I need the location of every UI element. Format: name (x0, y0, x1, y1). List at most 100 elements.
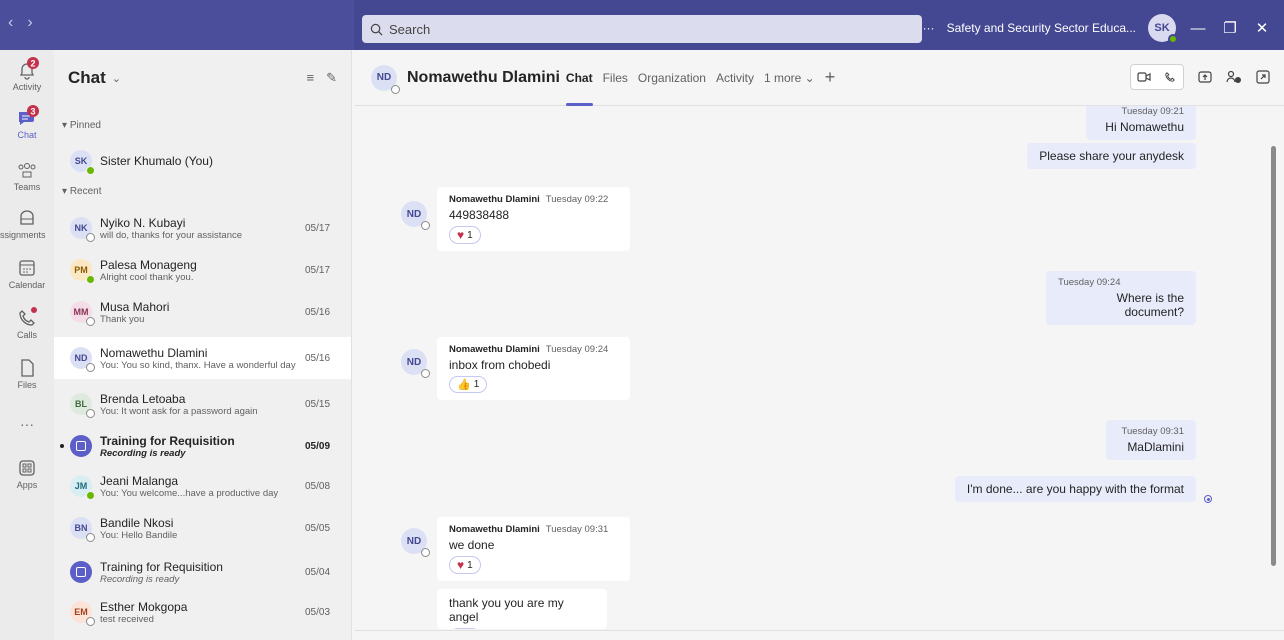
apps-icon (19, 460, 35, 476)
message-sent[interactable]: Tuesday 09:24 Where is the document? (1046, 271, 1196, 325)
chat-item-date: 05/08 (305, 480, 331, 492)
phone-icon (19, 307, 37, 326)
sender-avatar[interactable]: ND (401, 201, 430, 230)
message-sent[interactable]: Tuesday 09:21 Hi Nomawethu (1086, 106, 1196, 140)
chat-item[interactable]: JM Jeani Malanga You: You welcome...have … (54, 465, 351, 507)
message-received[interactable]: Nomawethu Dlamini Tuesday 09:31 we done ♥… (437, 517, 630, 581)
tab-organization[interactable]: Organization (638, 50, 706, 106)
audio-call-icon[interactable] (1157, 65, 1183, 89)
back-icon[interactable]: ‹ (8, 14, 13, 32)
more-apps-icon: ··· (20, 416, 34, 432)
new-chat-icon[interactable]: ✎ (326, 70, 337, 86)
chat-item-meeting[interactable]: Training for Requisition Recording is rea… (54, 425, 351, 467)
chat-item-name: Training for Requisition (100, 433, 235, 448)
avatar: BL (70, 393, 95, 418)
sender-avatar[interactable]: ND (401, 349, 430, 378)
message-sent[interactable]: Please share your anydesk (1027, 143, 1196, 169)
avatar: PM (70, 259, 95, 284)
rail-activity[interactable]: 2 Activity (0, 57, 54, 92)
message-received[interactable]: Nomawethu Dlamini Tuesday 09:24 inbox fro… (437, 337, 630, 400)
chat-item-name: Training for Requisition (100, 559, 223, 574)
profile-avatar[interactable]: SK (1148, 14, 1178, 44)
heart-icon: ♥ (457, 558, 465, 572)
chat-item[interactable]: NK Nyiko N. Kubayi will do, thanks for yo… (54, 207, 351, 249)
chat-item-selected[interactable]: ND Nomawethu Dlamini You: You so kind, th… (54, 337, 351, 379)
tab-more[interactable]: 1 more ⌄ (764, 50, 815, 106)
chat-icon: 3 (19, 105, 39, 125)
calendar-icon (19, 260, 35, 276)
chat-item[interactable]: BL Brenda Letoaba You: It wont ask for a … (54, 383, 351, 425)
meeting-icon (70, 561, 92, 583)
message-timestamp: Tuesday 09:24 (545, 344, 609, 355)
message-sent[interactable]: Tuesday 09:31 MaDlamini (1106, 420, 1196, 460)
message-text: inbox from chobedi (449, 358, 551, 372)
more-options-icon[interactable]: ··· (923, 21, 935, 35)
rail-apps[interactable]: Apps (0, 458, 54, 490)
conversation-header: ND Nomawethu Dlamini Chat Files Organiza… (355, 50, 1284, 106)
rail-teams[interactable]: Teams (0, 160, 54, 192)
presence-offline-icon (391, 84, 400, 94)
header-actions (1130, 64, 1270, 90)
chat-item-meeting[interactable]: Training for Requisition Recording is rea… (54, 551, 351, 593)
pinned-label: Pinned (69, 120, 101, 131)
chevron-down-icon[interactable]: ⌄ (112, 72, 121, 85)
add-people-icon[interactable] (1226, 70, 1242, 84)
share-screen-icon[interactable] (1198, 70, 1212, 84)
chat-item[interactable]: PM Palesa Monageng Alright cool thank you… (54, 249, 351, 291)
search-placeholder: Search (389, 21, 431, 37)
pop-out-icon[interactable] (1256, 70, 1270, 84)
rail-chat[interactable]: 3 Chat (0, 105, 54, 140)
presence-offline-icon (86, 317, 95, 326)
rail-files[interactable]: Files (0, 358, 54, 390)
avatar: MM (70, 301, 95, 326)
video-call-icon[interactable] (1131, 65, 1157, 89)
chat-item[interactable]: MM Musa Mahori Thank you 05/16 (54, 291, 351, 333)
chat-item[interactable]: EM Esther Mokgopa test received 05/03 (54, 591, 351, 633)
heart-icon: ♥ (457, 228, 465, 242)
avatar-initials: EM (74, 607, 88, 617)
avatar-initials: MM (73, 307, 89, 317)
message-area[interactable]: Tuesday 09:21 Hi Nomawethu Please share … (355, 106, 1284, 640)
add-tab-button[interactable]: + (825, 67, 836, 88)
tab-files[interactable]: Files (603, 50, 628, 106)
avatar: JM (70, 475, 95, 500)
org-name[interactable]: Safety and Security Sector Educa... (947, 21, 1136, 35)
chat-item-date: 05/03 (305, 606, 331, 618)
reaction-heart[interactable]: ♥1 (449, 556, 481, 574)
tab-activity[interactable]: Activity (716, 50, 754, 106)
forward-icon[interactable]: › (27, 14, 32, 32)
message-received[interactable]: Nomawethu Dlamini Tuesday 09:22 449838488… (437, 187, 630, 251)
rail-calls[interactable]: Calls (0, 307, 54, 340)
reaction-like[interactable]: 👍 1 (449, 376, 488, 393)
minimize-button[interactable]: — (1188, 20, 1208, 37)
message-received[interactable]: thank you you are my angel ♥1 (437, 589, 607, 629)
assignments-icon (20, 210, 34, 225)
rail-more[interactable]: ··· (0, 416, 54, 432)
search-input[interactable]: Search (362, 15, 922, 43)
chat-item-date: 05/17 (305, 222, 331, 234)
message-timestamp: Tuesday 09:31 (1121, 426, 1185, 437)
tab-chat[interactable]: Chat (565, 50, 593, 106)
filter-icon[interactable]: ≡ (307, 70, 315, 86)
close-button[interactable]: ✕ (1252, 19, 1272, 37)
chat-item-preview: You: Hello Bandile (100, 529, 178, 541)
rail-assignments[interactable]: ssignments (0, 208, 54, 240)
message-sender: Nomawethu Dlamini (449, 344, 540, 355)
message-sent[interactable]: I'm done... are you happy with the forma… (954, 476, 1196, 502)
conversation-avatar[interactable]: ND (371, 64, 400, 94)
pinned-section-label[interactable]: ▾ Pinned (54, 116, 101, 136)
conversation-title[interactable]: Nomawethu Dlamini (407, 69, 560, 87)
chat-item-pinned[interactable]: SK Sister Khumalo (You) (54, 140, 351, 182)
chat-list-title[interactable]: Chat (68, 68, 106, 88)
message-scrollbar[interactable] (1271, 146, 1276, 566)
sender-avatar[interactable]: ND (401, 528, 430, 557)
maximize-button[interactable]: ❐ (1220, 19, 1240, 37)
rail-calendar[interactable]: Calendar (0, 258, 54, 290)
reaction-heart[interactable]: ♥1 (449, 226, 481, 244)
chat-item-date: 05/16 (305, 352, 331, 364)
reaction-heart[interactable]: ♥1 (449, 628, 481, 629)
title-bar-right: ··· Safety and Security Sector Educa... … (923, 14, 1272, 44)
chat-item[interactable]: BN Bandile Nkosi You: Hello Bandile 05/05 (54, 507, 351, 549)
recent-section-label[interactable]: ▾ Recent (54, 182, 102, 202)
rail-files-label: Files (17, 380, 37, 390)
